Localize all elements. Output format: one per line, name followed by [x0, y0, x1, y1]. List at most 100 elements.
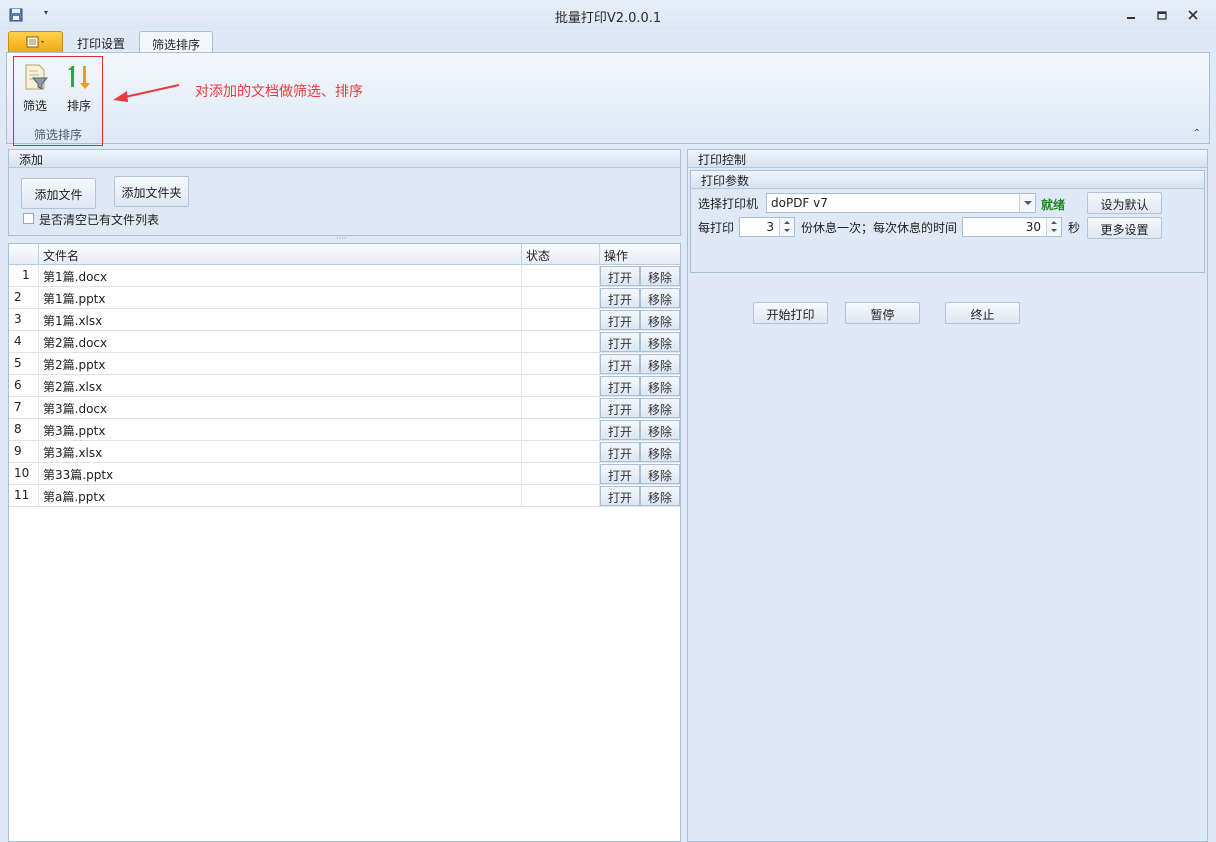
filter-button[interactable]: 筛选 — [16, 60, 54, 116]
open-file-button[interactable]: 打开 — [600, 464, 640, 484]
print-control-panel: 打印控制 打印参数 选择打印机 doPDF v7 就绪 设为默认 每打印 3 份… — [687, 149, 1208, 842]
close-button[interactable] — [1182, 6, 1204, 24]
ribbon-tab-strip: 打印设置 筛选排序 — [0, 30, 1216, 53]
state-cell — [522, 287, 600, 308]
set-default-button[interactable]: 设为默认 — [1087, 192, 1162, 214]
filename-cell[interactable]: 第3篇.docx — [39, 397, 522, 418]
table-row[interactable]: 4 第2篇.docx 打开 移除 — [9, 331, 680, 353]
stop-button[interactable]: 终止 — [945, 302, 1020, 324]
remove-file-button[interactable]: 移除 — [640, 376, 680, 396]
row-index-text: 7 — [14, 400, 22, 414]
table-row[interactable]: 10 第33篇.pptx 打开 移除 — [9, 463, 680, 485]
filename-cell[interactable]: 第1篇.pptx — [39, 287, 522, 308]
rest-time-stepper[interactable]: 30 — [962, 217, 1062, 237]
sort-button-label: 排序 — [66, 99, 91, 113]
stepper-arrows-icon[interactable] — [1046, 218, 1061, 236]
remove-file-button[interactable]: 移除 — [640, 398, 680, 418]
row-index: 11 — [9, 485, 39, 506]
add-folder-button[interactable]: 添加文件夹 — [114, 176, 189, 207]
printer-select-label: 选择打印机 — [698, 197, 759, 211]
row-index-text: 1 — [22, 268, 30, 282]
filename-cell[interactable]: 第a篇.pptx — [39, 485, 522, 506]
filename-cell[interactable]: 第3篇.xlsx — [39, 441, 522, 462]
filename-cell[interactable]: 第1篇.docx — [39, 265, 522, 286]
stepper-arrows-icon[interactable] — [779, 218, 794, 236]
row-index: 4 — [9, 331, 39, 352]
row-index: 6 — [9, 375, 39, 396]
open-file-button[interactable]: 打开 — [600, 398, 640, 418]
remove-file-button[interactable]: 移除 — [640, 266, 680, 286]
remove-file-button[interactable]: 移除 — [640, 354, 680, 374]
state-cell — [522, 397, 600, 418]
restore-button[interactable] — [1151, 6, 1173, 24]
open-file-button[interactable]: 打开 — [600, 266, 640, 286]
table-row[interactable]: 2 第1篇.pptx 打开 移除 — [9, 287, 680, 309]
pause-button[interactable]: 暂停 — [845, 302, 920, 324]
grid-header: 文件名 状态 操作 — [9, 244, 680, 265]
table-row[interactable]: 3 第1篇.xlsx 打开 移除 — [9, 309, 680, 331]
remove-file-button[interactable]: 移除 — [640, 442, 680, 462]
row-index-text: 9 — [14, 444, 22, 458]
open-file-button[interactable]: 打开 — [600, 310, 640, 330]
sort-button[interactable]: 排序 — [60, 60, 98, 116]
open-file-button[interactable]: 打开 — [600, 420, 640, 440]
state-cell — [522, 265, 600, 286]
state-cell — [522, 331, 600, 352]
clear-list-checkbox[interactable] — [23, 213, 34, 224]
tab-filter-sort[interactable]: 筛选排序 — [139, 31, 214, 53]
row-index: 5 — [9, 353, 39, 374]
remove-file-button[interactable]: 移除 — [640, 310, 680, 330]
state-cell — [522, 485, 600, 506]
clear-list-label: 是否清空已有文件列表 — [39, 213, 160, 227]
more-settings-button[interactable]: 更多设置 — [1087, 217, 1162, 239]
remove-file-button[interactable]: 移除 — [640, 288, 680, 308]
table-row[interactable]: 6 第2篇.xlsx 打开 移除 — [9, 375, 680, 397]
open-file-button[interactable]: 打开 — [600, 354, 640, 374]
state-cell — [522, 441, 600, 462]
table-row[interactable]: 8 第3篇.pptx 打开 移除 — [9, 419, 680, 441]
table-row[interactable]: 7 第3篇.docx 打开 移除 — [9, 397, 680, 419]
tab-print-settings[interactable]: 打印设置 — [65, 31, 137, 53]
rest-interval-label: 份休息一次；每次休息的时间 — [801, 221, 958, 235]
open-file-button[interactable]: 打开 — [600, 376, 640, 396]
ribbon-collapse-icon[interactable]: ⌃ — [1193, 128, 1201, 139]
grid-header-state[interactable]: 状态 — [522, 244, 600, 265]
table-row[interactable]: 9 第3篇.xlsx 打开 移除 — [9, 441, 680, 463]
remove-file-button[interactable]: 移除 — [640, 486, 680, 506]
open-file-button[interactable]: 打开 — [600, 288, 640, 308]
open-file-button[interactable]: 打开 — [600, 332, 640, 352]
grid-header-filename[interactable]: 文件名 — [39, 244, 522, 265]
open-file-button[interactable]: 打开 — [600, 442, 640, 462]
grid-header-index — [9, 244, 39, 265]
restore-icon — [1157, 11, 1167, 20]
minimize-button[interactable] — [1120, 6, 1142, 24]
window-title: 批量打印V2.0.0.1 — [554, 11, 662, 26]
rest-time-value: 30 — [1025, 220, 1041, 234]
remove-file-button[interactable]: 移除 — [640, 420, 680, 440]
panel-splitter-handle[interactable]: ···· — [336, 235, 350, 243]
table-row[interactable]: 11 第a篇.pptx 打开 移除 — [9, 485, 680, 507]
row-index: 7 — [9, 397, 39, 418]
start-print-button[interactable]: 开始打印 — [753, 302, 828, 324]
open-file-button[interactable]: 打开 — [600, 486, 640, 506]
per-print-stepper[interactable]: 3 — [739, 217, 795, 237]
remove-file-button[interactable]: 移除 — [640, 332, 680, 352]
filename-cell[interactable]: 第2篇.docx — [39, 331, 522, 352]
grid-header-action: 操作 — [604, 249, 629, 263]
filename-cell[interactable]: 第2篇.pptx — [39, 353, 522, 374]
printer-select[interactable]: doPDF v7 — [766, 193, 1036, 213]
filename-cell[interactable]: 第3篇.pptx — [39, 419, 522, 440]
add-file-button[interactable]: 添加文件 — [21, 178, 96, 209]
remove-file-button[interactable]: 移除 — [640, 464, 680, 484]
filename-cell[interactable]: 第2篇.xlsx — [39, 375, 522, 396]
table-row[interactable]: 5 第2篇.pptx 打开 移除 — [9, 353, 680, 375]
row-index-text: 5 — [14, 356, 22, 370]
filename-cell[interactable]: 第33篇.pptx — [39, 463, 522, 484]
table-row[interactable]: 1 第1篇.docx 打开 移除 — [9, 265, 680, 287]
file-list-grid: 文件名 状态 操作 1 第1篇.docx 打开 移除 2 第1篇.pptx 打开 移除 3 第1篇… — [8, 243, 681, 842]
file-menu-button[interactable] — [8, 31, 63, 53]
row-index: 10 — [9, 463, 39, 484]
filename-cell[interactable]: 第1篇.xlsx — [39, 309, 522, 330]
chevron-down-icon[interactable] — [1019, 194, 1035, 212]
filter-button-label: 筛选 — [22, 99, 47, 113]
